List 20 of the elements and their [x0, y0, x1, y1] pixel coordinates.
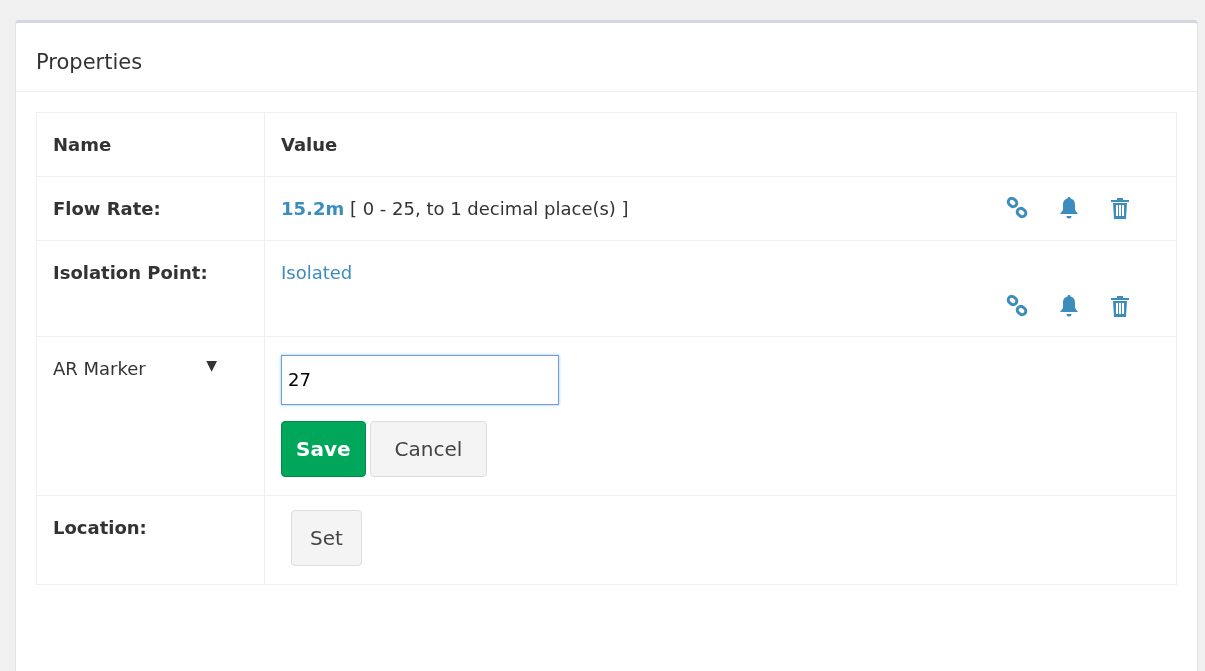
column-header: Name — [53, 133, 112, 155]
panel-title: Properties — [36, 50, 143, 74]
input-field[interactable]: 27 — [281, 354, 559, 405]
link-icon[interactable] — [1006, 197, 1028, 219]
value-link[interactable]: 15.2m — [281, 197, 345, 219]
field-label: Isolation Point: — [53, 261, 208, 283]
column-header: Value — [281, 133, 338, 155]
cancel-button[interactable]: Cancel — [369, 420, 488, 477]
value-text: 15.2m [ 0 - 25, to 1 decimal place(s) ] — [281, 196, 629, 221]
trash-icon[interactable] — [1110, 294, 1130, 317]
link-icon[interactable] — [1006, 294, 1028, 317]
bell-icon[interactable] — [1058, 293, 1080, 318]
trash-icon[interactable] — [1110, 197, 1130, 219]
bell-icon[interactable] — [1058, 196, 1080, 220]
field-label: Flow Rate: — [53, 197, 161, 219]
caret-icon: ▼ — [206, 354, 217, 382]
set-button[interactable]: Set — [291, 509, 362, 566]
field-label: Location: — [53, 516, 147, 538]
dropdown-label: AR Marker — [53, 356, 146, 381]
value-link[interactable]: Isolated — [281, 258, 1160, 286]
